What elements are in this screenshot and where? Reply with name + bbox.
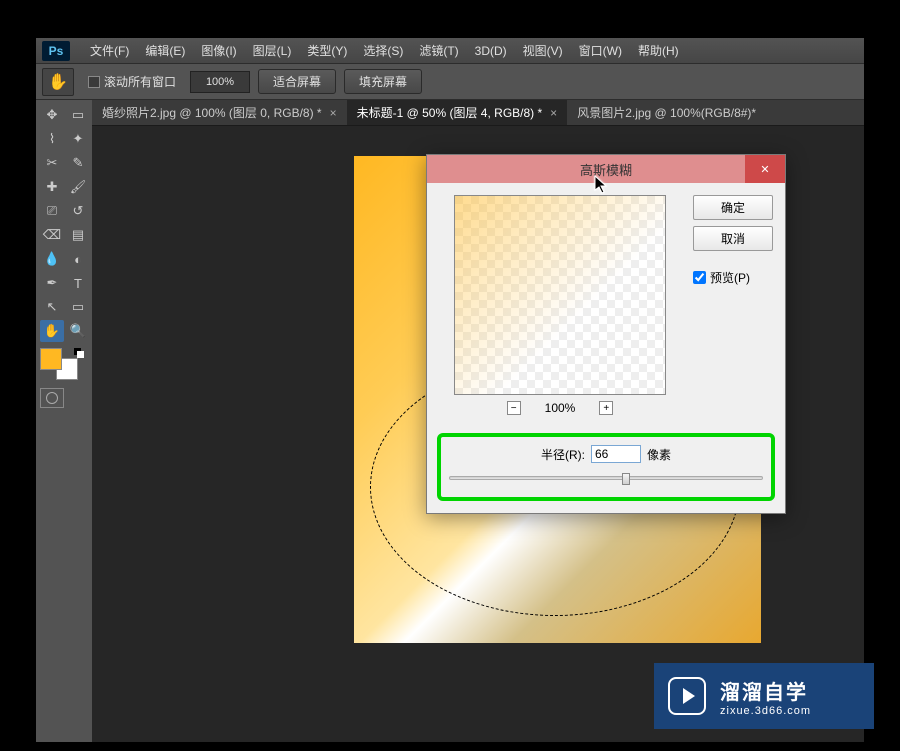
play-icon: [668, 677, 706, 715]
blur-tool[interactable]: 💧: [40, 248, 64, 270]
menu-select[interactable]: 选择(S): [355, 38, 411, 63]
healing-tool[interactable]: ✚: [40, 176, 64, 198]
dialog-title: 高斯模糊: [580, 160, 632, 179]
history-brush-tool[interactable]: ↺: [66, 200, 90, 222]
slider-track: [449, 476, 763, 480]
crop-tool[interactable]: ✂: [40, 152, 64, 174]
watermark-url: zixue.3d66.com: [720, 705, 811, 717]
eraser-tool[interactable]: ⌫: [40, 224, 64, 246]
menu-window[interactable]: 窗口(W): [571, 38, 630, 63]
type-tool[interactable]: T: [66, 272, 90, 294]
document-tab[interactable]: 未标题-1 @ 50% (图层 4, RGB/8) * ×: [347, 100, 568, 125]
swap-colors-icon[interactable]: [74, 348, 86, 360]
document-tab[interactable]: 风景图片2.jpg @ 100%(RGB/8#)*: [567, 100, 766, 125]
watermark: 溜溜自学 zixue.3d66.com: [654, 663, 874, 729]
magic-wand-tool[interactable]: ✦: [66, 128, 90, 150]
menu-view[interactable]: 视图(V): [515, 38, 571, 63]
preview-image: [455, 196, 665, 394]
tool-panel: ✥ ▭ ⌇ ✦ ✂ ✎ ✚ 🖌 ⎚ ↺ ⌫ ▤ 💧 ◐ ✒ T ↖ ▭ ✋ 🔍: [36, 100, 92, 742]
tab-label: 未标题-1 @ 50% (图层 4, RGB/8) *: [357, 104, 543, 121]
watermark-title: 溜溜自学: [720, 676, 811, 705]
tab-label: 风景图片2.jpg @ 100%(RGB/8#)*: [577, 104, 756, 121]
tab-label: 婚纱照片2.jpg @ 100% (图层 0, RGB/8) *: [102, 104, 322, 121]
close-icon[interactable]: ×: [330, 106, 337, 120]
radius-highlight: 半径(R): 像素: [437, 433, 775, 501]
cancel-button[interactable]: 取消: [693, 226, 773, 251]
shape-tool[interactable]: ▭: [66, 296, 90, 318]
radius-unit: 像素: [647, 446, 671, 463]
eyedropper-tool[interactable]: ✎: [66, 152, 90, 174]
menu-filter[interactable]: 滤镜(T): [411, 38, 466, 63]
dialog-titlebar[interactable]: 高斯模糊 ✕: [427, 155, 785, 183]
gaussian-blur-dialog: 高斯模糊 ✕ − 100% + 确定 取消 预览(P) 半径(R): 像: [426, 154, 786, 514]
quick-mask-toggle[interactable]: [40, 388, 64, 408]
preview-label: 预览(P): [710, 269, 750, 286]
options-bar: ✋ 滚动所有窗口 100% 适合屏幕 填充屏幕: [36, 64, 864, 100]
stamp-tool[interactable]: ⎚: [40, 200, 64, 222]
menu-image[interactable]: 图像(I): [193, 38, 244, 63]
checkbox-icon: [88, 76, 100, 88]
brush-tool[interactable]: 🖌: [66, 176, 90, 198]
scroll-all-label: 滚动所有窗口: [104, 73, 176, 90]
hand-tool-icon[interactable]: ✋: [42, 68, 74, 96]
menu-help[interactable]: 帮助(H): [630, 38, 687, 63]
scroll-all-checkbox[interactable]: 滚动所有窗口: [82, 73, 182, 90]
path-tool[interactable]: ↖: [40, 296, 64, 318]
hand-tool[interactable]: ✋: [40, 320, 64, 342]
zoom-value[interactable]: 100%: [190, 71, 250, 93]
menu-edit[interactable]: 编辑(E): [137, 38, 193, 63]
close-button[interactable]: ✕: [745, 155, 785, 183]
app-logo: Ps: [42, 41, 70, 61]
menu-layer[interactable]: 图层(L): [245, 38, 300, 63]
gradient-tool[interactable]: ▤: [66, 224, 90, 246]
zoom-out-button[interactable]: −: [507, 401, 521, 415]
menu-type[interactable]: 类型(Y): [299, 38, 355, 63]
menu-file[interactable]: 文件(F): [82, 38, 137, 63]
fill-screen-button[interactable]: 填充屏幕: [344, 69, 422, 94]
fit-screen-button[interactable]: 适合屏幕: [258, 69, 336, 94]
slider-thumb[interactable]: [622, 473, 630, 485]
preview-area[interactable]: [454, 195, 666, 395]
marquee-tool[interactable]: ▭: [66, 104, 90, 126]
radius-slider[interactable]: [449, 471, 763, 485]
menu-bar: Ps 文件(F) 编辑(E) 图像(I) 图层(L) 类型(Y) 选择(S) 滤…: [36, 38, 864, 64]
close-icon[interactable]: ×: [550, 106, 557, 120]
document-tabs: 婚纱照片2.jpg @ 100% (图层 0, RGB/8) * × 未标题-1 …: [92, 100, 864, 126]
move-tool[interactable]: ✥: [40, 104, 64, 126]
menu-3d[interactable]: 3D(D): [467, 40, 515, 62]
document-tab[interactable]: 婚纱照片2.jpg @ 100% (图层 0, RGB/8) * ×: [92, 100, 347, 125]
zoom-tool[interactable]: 🔍: [66, 320, 90, 342]
ok-button[interactable]: 确定: [693, 195, 773, 220]
zoom-in-button[interactable]: +: [599, 401, 613, 415]
checkbox-input[interactable]: [693, 271, 706, 284]
pen-tool[interactable]: ✒: [40, 272, 64, 294]
preview-zoom: 100%: [545, 401, 576, 415]
foreground-color-swatch[interactable]: [40, 348, 62, 370]
color-swatches[interactable]: [40, 348, 88, 384]
radius-input[interactable]: [591, 445, 641, 463]
preview-checkbox[interactable]: 预览(P): [693, 269, 773, 286]
radius-label: 半径(R):: [541, 446, 585, 463]
dodge-tool[interactable]: ◐: [66, 248, 90, 270]
lasso-tool[interactable]: ⌇: [40, 128, 64, 150]
